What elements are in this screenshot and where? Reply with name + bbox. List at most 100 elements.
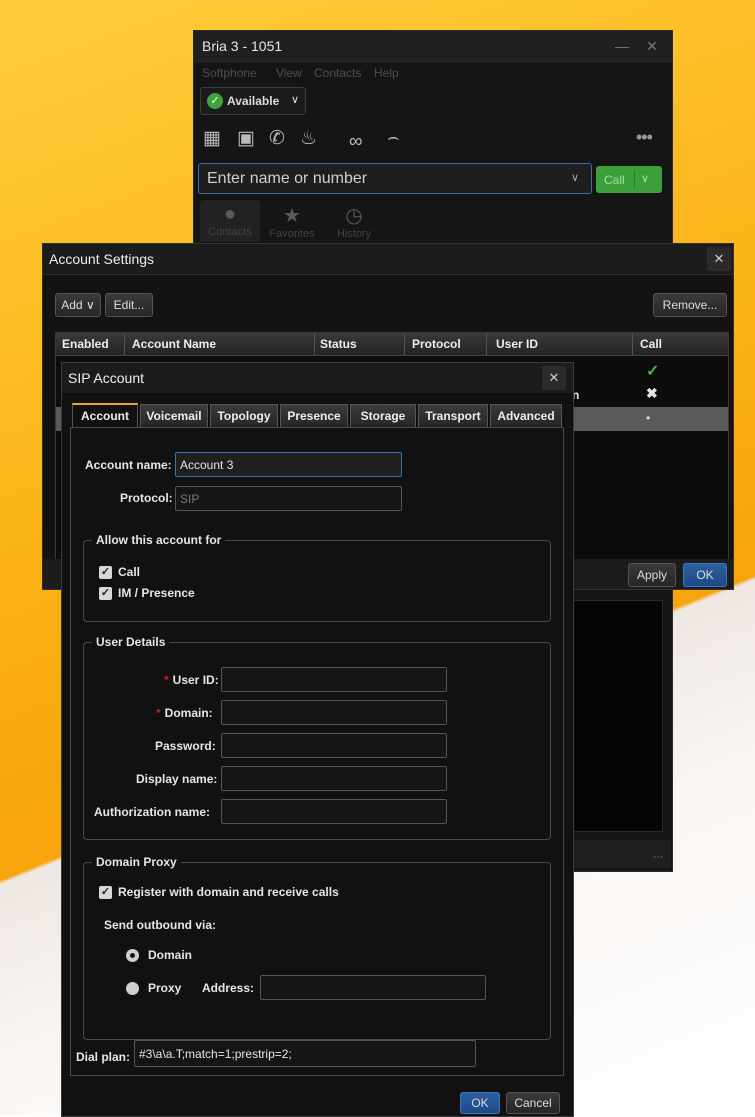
- chevron-down-icon[interactable]: ∨: [571, 171, 579, 184]
- column-header[interactable]: Status: [320, 337, 357, 351]
- protocol-label: Protocol:: [120, 491, 173, 505]
- tab-label: Favorites: [269, 228, 315, 240]
- video-icon[interactable]: ▣: [237, 127, 255, 150]
- ok-button[interactable]: OK: [460, 1092, 500, 1114]
- domain-input[interactable]: [221, 700, 447, 725]
- authorization-name-input[interactable]: [221, 799, 447, 824]
- resize-grip-icon[interactable]: ⋯: [653, 852, 663, 863]
- apply-button[interactable]: Apply: [628, 563, 676, 587]
- person-icon: ●: [223, 203, 237, 225]
- search-placeholder: Enter name or number: [207, 170, 368, 187]
- label-text: User ID:: [172, 673, 219, 687]
- close-icon[interactable]: ✕: [707, 247, 731, 271]
- password-input[interactable]: [221, 733, 447, 758]
- im-presence-checkbox[interactable]: ✓: [99, 587, 112, 600]
- account-settings-title-bar: Account Settings ✕: [43, 244, 733, 275]
- presence-label: Available: [227, 94, 280, 108]
- tab-storage[interactable]: Storage: [350, 404, 416, 428]
- chevron-down-icon: ∨: [290, 94, 299, 106]
- menu-softphone[interactable]: Softphone: [202, 66, 257, 80]
- register-checkbox[interactable]: ✓: [99, 886, 112, 899]
- dial-plan-label: Dial plan:: [76, 1050, 131, 1064]
- remove-button[interactable]: Remove...: [653, 293, 727, 317]
- account-name-label: Account name:: [85, 458, 172, 472]
- dot-icon: •: [646, 411, 651, 425]
- required-asterisk: *: [156, 706, 161, 720]
- column-header[interactable]: Call: [640, 337, 662, 351]
- im-presence-checkbox-label: IM / Presence: [118, 586, 195, 600]
- dial-plan-input[interactable]: #3\a\a.T;match=1;prestrip=2;: [134, 1040, 476, 1067]
- proxy-address-input[interactable]: [260, 975, 486, 1000]
- tab-contacts[interactable]: ● Contacts: [200, 200, 260, 242]
- speaker-icon[interactable]: ♨: [300, 127, 317, 150]
- user-id-label: * User ID:: [164, 673, 219, 687]
- contacts-list-area[interactable]: [562, 600, 663, 832]
- required-asterisk: *: [164, 673, 169, 687]
- menu-view[interactable]: View: [276, 66, 302, 80]
- cancel-button[interactable]: Cancel: [506, 1092, 560, 1114]
- cross-icon: ✖: [646, 385, 658, 401]
- tab-label: Contacts: [208, 226, 252, 238]
- account-tab-panel: Account name: Account 3 Protocol: SIP Al…: [70, 427, 564, 1076]
- user-details-group: User Details * User ID: * Domain: Password…: [83, 635, 551, 840]
- tab-favorites[interactable]: ★ Favorites: [262, 200, 322, 242]
- tab-transport[interactable]: Transport: [418, 404, 488, 428]
- chevron-down-icon[interactable]: ∨: [641, 172, 649, 185]
- bria-title: Bria 3 - 1051: [202, 38, 283, 54]
- display-name-input[interactable]: [221, 766, 447, 791]
- sip-account-dialog: SIP Account ✕ Account Voicemail Topology…: [61, 362, 574, 1117]
- tab-topology[interactable]: Topology: [210, 404, 278, 428]
- tab-history[interactable]: ◷ History: [324, 200, 384, 242]
- tab-account[interactable]: Account: [72, 403, 138, 428]
- proxy-radio[interactable]: [126, 982, 139, 995]
- bria-menu-bar: Softphone View Contacts Help: [194, 62, 672, 84]
- menu-help[interactable]: Help: [374, 66, 399, 80]
- domain-radio-label: Domain: [148, 948, 193, 962]
- dialpad-icon[interactable]: ▦: [203, 127, 221, 150]
- bria-title-bar: Bria 3 - 1051 — ✕: [194, 31, 672, 62]
- domain-radio[interactable]: [126, 949, 139, 962]
- group-title: Domain Proxy: [92, 855, 181, 869]
- call-checkbox[interactable]: ✓: [99, 566, 112, 579]
- protocol-field: SIP: [175, 486, 402, 511]
- close-icon[interactable]: ✕: [542, 366, 566, 390]
- phone-icon[interactable]: ✆: [269, 127, 285, 150]
- presence-dropdown[interactable]: ✓ Available ∨: [200, 87, 306, 115]
- more-options-icon[interactable]: •••: [636, 127, 653, 148]
- user-id-input[interactable]: [221, 667, 447, 692]
- dialog-title: Account Settings: [49, 251, 155, 267]
- ok-button[interactable]: OK: [683, 563, 727, 587]
- menu-contacts[interactable]: Contacts: [314, 66, 361, 80]
- call-label: Call: [604, 173, 625, 187]
- column-header[interactable]: User ID: [496, 337, 538, 351]
- close-icon[interactable]: ✕: [638, 34, 666, 58]
- call-checkbox-label: Call: [118, 565, 141, 579]
- minimize-icon[interactable]: —: [608, 34, 636, 58]
- password-label: Password:: [155, 739, 216, 753]
- divider: [486, 333, 487, 355]
- add-button[interactable]: Add ∨: [55, 293, 101, 317]
- column-header[interactable]: Protocol: [412, 337, 461, 351]
- sip-title-bar: SIP Account ✕: [62, 363, 573, 393]
- authorization-name-label: Authorization name:: [94, 805, 210, 819]
- clock-icon: ◷: [345, 205, 363, 227]
- call-button[interactable]: Call ∨: [596, 166, 662, 193]
- tab-voicemail[interactable]: Voicemail: [140, 404, 208, 428]
- search-input[interactable]: Enter name or number ∨: [198, 163, 592, 194]
- tab-presence[interactable]: Presence: [280, 404, 348, 428]
- address-label: Address:: [202, 981, 255, 995]
- register-checkbox-label: Register with domain and receive calls: [118, 885, 339, 899]
- proxy-radio-label: Proxy: [148, 981, 182, 995]
- column-header[interactable]: Enabled: [62, 337, 109, 351]
- hangup-icon[interactable]: ⌢: [387, 127, 400, 149]
- voicemail-icon[interactable]: ∞: [349, 131, 363, 153]
- edit-button[interactable]: Edit...: [105, 293, 153, 317]
- send-outbound-label: Send outbound via:: [104, 918, 216, 932]
- group-title: User Details: [92, 635, 170, 649]
- tab-advanced[interactable]: Advanced: [490, 404, 562, 428]
- column-header[interactable]: Account Name: [132, 337, 216, 351]
- domain-proxy-group: Domain Proxy ✓ Register with domain and …: [83, 855, 551, 1040]
- divider: [632, 333, 633, 355]
- divider: [124, 333, 125, 355]
- account-name-input[interactable]: Account 3: [175, 452, 402, 477]
